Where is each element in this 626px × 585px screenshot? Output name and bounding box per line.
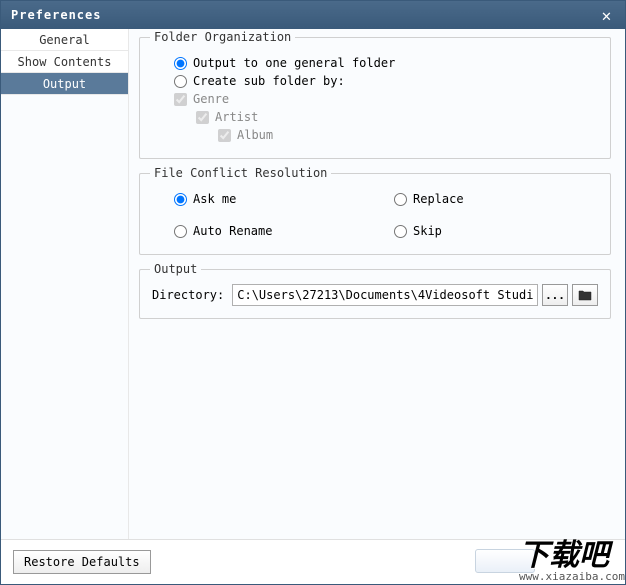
radio-ask[interactable] xyxy=(174,193,187,206)
footer: Restore Defaults 下载吧 www.xiazaiba.com xyxy=(1,539,625,583)
watermark-url: www.xiazaiba.com xyxy=(519,570,625,583)
directory-label: Directory: xyxy=(152,288,224,302)
radio-row-replace[interactable]: Replace xyxy=(394,192,554,206)
radio-label: Replace xyxy=(413,192,464,206)
sidebar-item-label: General xyxy=(39,33,90,47)
radio-row-sub-folder[interactable]: Create sub folder by: xyxy=(174,74,598,88)
ellipsis-icon: ... xyxy=(545,289,565,302)
sidebar-item-output[interactable]: Output xyxy=(1,73,128,95)
sidebar-item-label: Show Contents xyxy=(18,55,112,69)
partial-button[interactable] xyxy=(475,549,535,573)
checkbox-genre xyxy=(174,93,187,106)
open-folder-button[interactable] xyxy=(572,284,598,306)
legend-folder-org: Folder Organization xyxy=(150,30,295,44)
radio-label: Ask me xyxy=(193,192,236,206)
browse-button[interactable]: ... xyxy=(542,284,568,306)
sidebar-item-label: Output xyxy=(43,77,86,91)
radio-row-auto-rename[interactable]: Auto Rename xyxy=(174,224,374,238)
restore-defaults-button[interactable]: Restore Defaults xyxy=(13,550,151,574)
window-title: Preferences xyxy=(11,8,101,22)
legend-output: Output xyxy=(150,262,201,276)
radio-label: Auto Rename xyxy=(193,224,272,238)
radio-row-ask[interactable]: Ask me xyxy=(174,192,374,206)
checkbox-label: Album xyxy=(237,128,273,142)
folder-icon xyxy=(578,289,592,301)
radio-replace[interactable] xyxy=(394,193,407,206)
checkbox-label: Genre xyxy=(193,92,229,106)
close-icon[interactable]: ✕ xyxy=(597,6,617,25)
radio-row-general-folder[interactable]: Output to one general folder xyxy=(174,56,598,70)
checkbox-label: Artist xyxy=(215,110,258,124)
check-row-album: Album xyxy=(218,128,598,142)
radio-row-skip[interactable]: Skip xyxy=(394,224,554,238)
radio-label: Output to one general folder xyxy=(193,56,395,70)
sidebar-item-general[interactable]: General xyxy=(1,29,128,51)
checkbox-artist xyxy=(196,111,209,124)
radio-sub-folder[interactable] xyxy=(174,75,187,88)
radio-skip[interactable] xyxy=(394,225,407,238)
legend-conflict: File Conflict Resolution xyxy=(150,166,331,180)
directory-input[interactable] xyxy=(232,284,538,306)
sidebar: General Show Contents Output xyxy=(1,29,129,539)
button-label: Restore Defaults xyxy=(24,555,140,569)
radio-label: Skip xyxy=(413,224,442,238)
titlebar: Preferences ✕ xyxy=(1,1,625,29)
body: General Show Contents Output Folder Orga… xyxy=(1,29,625,539)
checkbox-album xyxy=(218,129,231,142)
group-output: Output Directory: ... xyxy=(139,269,611,319)
group-file-conflict: File Conflict Resolution Ask me Replace … xyxy=(139,173,611,255)
radio-label: Create sub folder by: xyxy=(193,74,345,88)
radio-auto-rename[interactable] xyxy=(174,225,187,238)
check-row-artist: Artist xyxy=(196,110,598,124)
radio-general-folder[interactable] xyxy=(174,57,187,70)
content: Folder Organization Output to one genera… xyxy=(129,29,625,539)
group-folder-organization: Folder Organization Output to one genera… xyxy=(139,37,611,159)
check-row-genre: Genre xyxy=(174,92,598,106)
sidebar-item-show-contents[interactable]: Show Contents xyxy=(1,51,128,73)
